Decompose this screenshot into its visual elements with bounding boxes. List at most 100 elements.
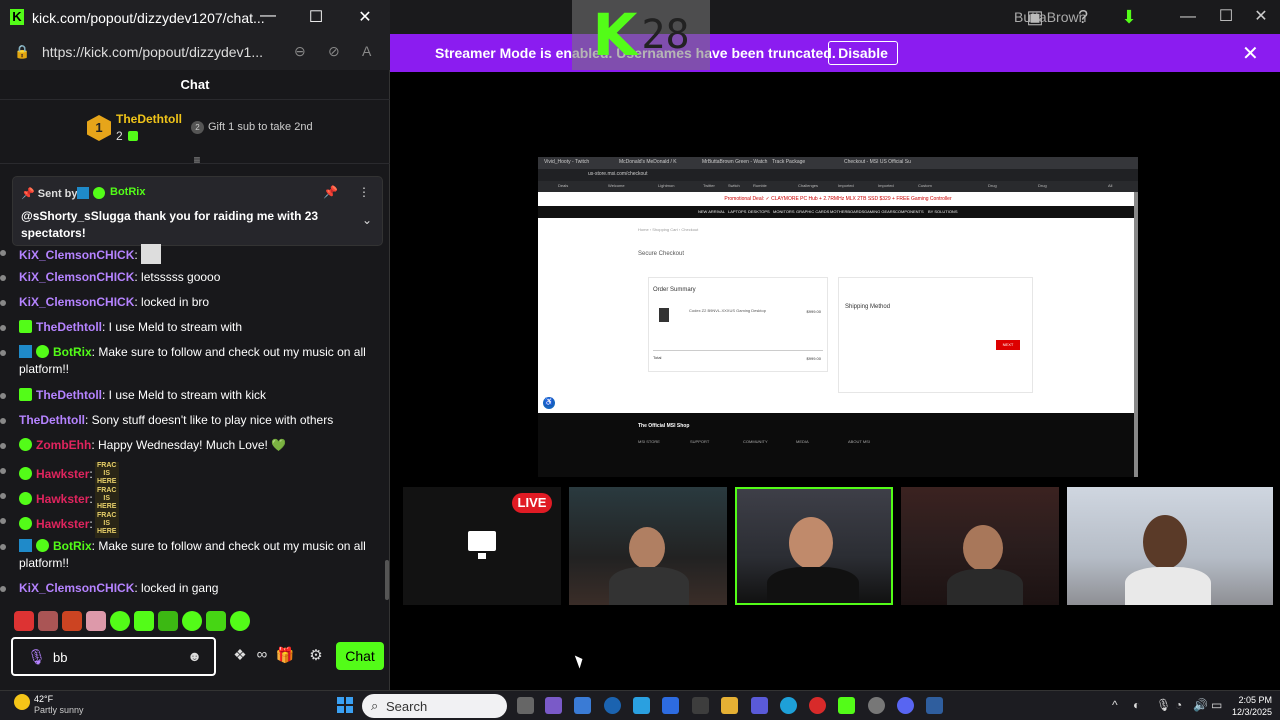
chat-text: : (89, 467, 93, 482)
gift-icon[interactable]: 🎁 (273, 646, 297, 664)
taskbar-search[interactable]: ⌕ Search (362, 694, 507, 718)
emote[interactable] (134, 611, 154, 631)
chat-username[interactable]: Hawkster (36, 492, 89, 506)
minimize-icon[interactable]: — (1173, 6, 1203, 28)
copilot-icon[interactable] (574, 697, 591, 714)
download-icon[interactable]: ⬇ (1118, 6, 1140, 28)
chat-username[interactable]: BotRix (53, 539, 92, 553)
chat-username[interactable]: ZombEhh (36, 438, 91, 452)
emote[interactable] (110, 611, 130, 631)
volume-icon[interactable]: 🔊 (1193, 698, 1208, 712)
task-view-icon[interactable] (517, 697, 534, 714)
emote[interactable] (230, 611, 250, 631)
more-options-icon[interactable]: ⋮ (358, 185, 370, 199)
disable-button[interactable]: Disable (828, 41, 898, 65)
chat-username[interactable]: KiX_ClemsonCHICK (19, 295, 134, 309)
gift-cta[interactable]: Gift 1 sub to take 2nd (208, 121, 313, 133)
close-icon[interactable]: ✕ (1246, 6, 1276, 28)
shipping-method: Shipping Method NEXT (838, 277, 1033, 393)
collapse-icon[interactable]: ≡ (189, 153, 205, 167)
windows-start-icon[interactable] (337, 697, 353, 713)
app-icon[interactable] (545, 697, 562, 714)
zoom-app-icon[interactable] (662, 697, 679, 714)
chat-username[interactable]: Hawkster (36, 517, 89, 531)
kick-app-icon[interactable] (838, 697, 855, 714)
emote[interactable] (206, 611, 226, 631)
emote[interactable] (62, 611, 82, 631)
emoji-icon[interactable]: ☻ (187, 648, 202, 664)
verified-badge-icon (93, 187, 105, 199)
popout-url[interactable]: https://kick.com/popout/dizzydev1... (42, 44, 263, 60)
chat-username[interactable]: TheDethtoll (36, 388, 102, 402)
maximize-icon[interactable]: ☐ (1211, 6, 1241, 28)
pinned-user[interactable]: BotRix (110, 186, 145, 198)
weather-desc[interactable]: Partly sunny (34, 705, 84, 715)
zoom-icon[interactable]: ⊖ (294, 43, 306, 60)
chat-popout-window: K kick.com/popout/dizzydev1207/chat... —… (0, 0, 390, 690)
chat-username[interactable]: KiX_ClemsonCHICK (19, 270, 134, 284)
camera-tile-active[interactable] (735, 487, 893, 605)
gifter-leaderboard: 1 TheDethtoll 2 2 Gift 1 sub to take 2nd… (0, 100, 390, 167)
tray-chevron-icon[interactable]: ^ (1112, 698, 1118, 712)
emote[interactable] (158, 611, 178, 631)
wifi-icon[interactable]: ◔ (1175, 698, 1182, 712)
emote[interactable] (182, 611, 202, 631)
mic-icon[interactable]: 🎙 (27, 648, 46, 666)
app-icon[interactable] (809, 697, 826, 714)
tray-app-icon[interactable]: ◐ (1133, 698, 1140, 712)
channel-points-icon[interactable]: ❖ (228, 646, 252, 664)
read-aloud-icon[interactable]: A (362, 43, 371, 59)
sub-badge-icon (19, 388, 32, 401)
teams-icon[interactable] (751, 697, 768, 714)
mic-tray-icon[interactable]: 🎙 (1156, 698, 1171, 712)
emote[interactable] (38, 611, 58, 631)
edge-icon[interactable] (780, 697, 797, 714)
chat-text: : (89, 492, 93, 507)
weather-temp[interactable]: 42°F (34, 694, 53, 704)
camera-tile[interactable] (569, 487, 727, 605)
app-icon[interactable] (926, 697, 943, 714)
camera-tile[interactable] (1067, 487, 1273, 605)
chat-username[interactable]: Hawkster (36, 467, 89, 481)
row-indicator (0, 586, 6, 592)
settings-app-icon[interactable] (868, 697, 885, 714)
store-icon[interactable] (692, 697, 709, 714)
chat-username[interactable]: TheDethtoll (19, 413, 85, 427)
emote[interactable] (14, 611, 34, 631)
discord-icon[interactable] (897, 697, 914, 714)
file-explorer-icon[interactable] (721, 697, 738, 714)
weather-icon[interactable] (14, 694, 30, 710)
infinity-icon[interactable]: ∞ (250, 646, 274, 663)
chat-input-box[interactable]: 🎙 ☻ (11, 637, 216, 676)
emote[interactable] (86, 611, 106, 631)
bot-badge-icon (77, 187, 89, 199)
maximize-icon[interactable]: ☐ (304, 7, 328, 27)
chat-input[interactable] (53, 647, 183, 667)
site-nav: NEW ARRIVAL LAPTOPS DESKTOPS MONITORS GR… (538, 206, 1138, 218)
settings-icon[interactable]: ⚙ (304, 646, 328, 664)
hp-icon[interactable] (604, 697, 621, 714)
minimize-icon[interactable]: — (256, 7, 280, 25)
chat-send-button[interactable]: Chat (336, 642, 384, 670)
record-icon[interactable]: ▣ (1024, 6, 1046, 28)
battery-icon[interactable]: ▭ (1211, 698, 1222, 712)
chat-message: TheDethtoll: I use Meld to stream with k… (19, 387, 369, 404)
leader-name[interactable]: TheDethtoll (116, 112, 182, 126)
chat-text: : I use Meld to stream with (102, 320, 243, 334)
help-icon[interactable]: ? (1072, 6, 1094, 28)
app-icon[interactable] (633, 697, 650, 714)
chat-username[interactable]: BotRix (53, 345, 92, 359)
chat-username[interactable]: KiX_ClemsonCHICK (19, 248, 134, 262)
chevron-down-icon[interactable]: ⌄ (362, 213, 372, 227)
chat-username[interactable]: TheDethtoll (36, 320, 102, 334)
clock[interactable]: 2:05 PM 12/3/2025 (1226, 694, 1272, 718)
cup-emote-icon (140, 244, 161, 264)
chat-scrollbar[interactable] (385, 560, 389, 600)
tracking-icon[interactable]: ⊘ (328, 43, 340, 60)
camera-tile[interactable] (901, 487, 1059, 605)
close-icon[interactable]: ✕ (1242, 41, 1259, 66)
pin-icon[interactable]: 📌 (323, 185, 338, 199)
close-icon[interactable]: ✕ (353, 7, 377, 27)
chat-username[interactable]: KiX_ClemsonCHICK (19, 581, 134, 595)
chat-text: : (134, 248, 138, 262)
